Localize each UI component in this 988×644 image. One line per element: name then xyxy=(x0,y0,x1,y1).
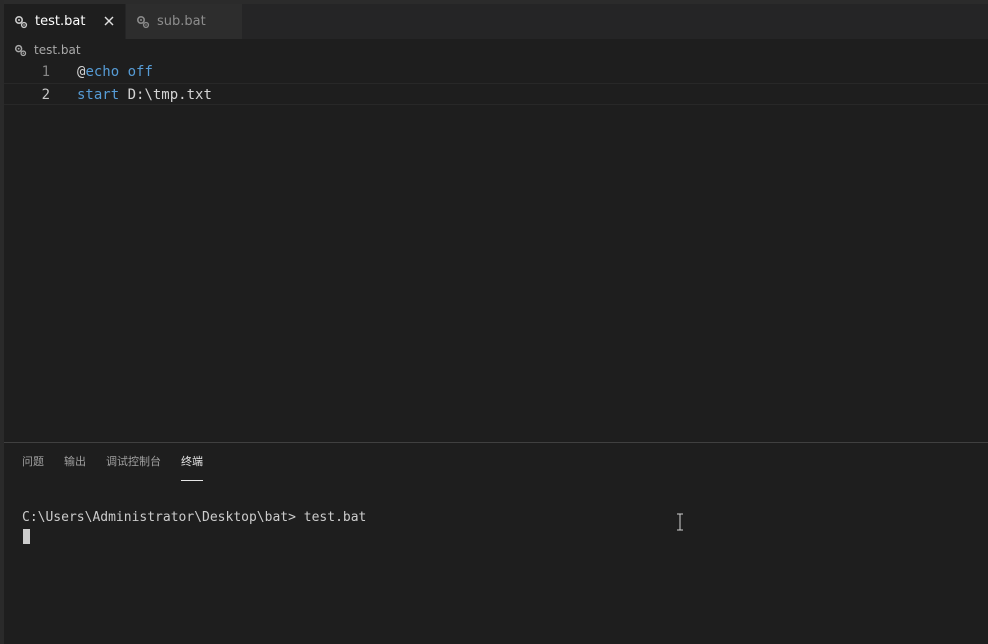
tab-debug-console[interactable]: 调试控制台 xyxy=(106,453,161,477)
code-text[interactable]: @echo off xyxy=(77,61,153,83)
close-icon[interactable] xyxy=(101,13,117,29)
code-token: echo off xyxy=(85,64,153,80)
tab-sub-bat[interactable]: sub.bat xyxy=(126,4,242,39)
vscode-window: test.bat sub.bat test.bat 1 @echo off 2 … xyxy=(0,0,988,644)
tab-label: sub.bat xyxy=(157,14,206,29)
code-line[interactable]: 1 @echo off xyxy=(4,61,988,83)
gear-icon xyxy=(14,15,28,29)
terminal-output[interactable]: C:\Users\Administrator\Desktop\bat> test… xyxy=(22,509,366,527)
text-cursor-icon xyxy=(675,513,685,531)
editor-tab-bar: test.bat sub.bat xyxy=(4,4,988,39)
code-text[interactable]: start D:\tmp.txt xyxy=(77,84,212,106)
bottom-panel: 问题 输出 调试控制台 终端 C:\Users\Administrator\De… xyxy=(4,442,988,644)
tab-output[interactable]: 输出 xyxy=(64,453,86,477)
gear-icon xyxy=(136,15,150,29)
code-editor[interactable]: 1 @echo off 2 start D:\tmp.txt xyxy=(4,61,988,441)
code-token: start xyxy=(77,87,120,103)
breadcrumb-file: test.bat xyxy=(34,43,81,57)
tab-problems[interactable]: 问题 xyxy=(22,453,44,477)
tab-terminal[interactable]: 终端 xyxy=(181,453,203,481)
terminal-cursor xyxy=(23,529,30,544)
breadcrumb[interactable]: test.bat xyxy=(14,40,81,60)
panel-tabs: 问题 输出 调试控制台 终端 xyxy=(22,453,223,481)
code-line[interactable]: 2 start D:\tmp.txt xyxy=(4,83,988,105)
line-number: 1 xyxy=(41,64,50,80)
code-token: D:\tmp.txt xyxy=(119,87,212,103)
tab-label: test.bat xyxy=(35,14,86,29)
gear-icon xyxy=(14,44,27,57)
line-number: 2 xyxy=(41,87,50,103)
tab-test-bat[interactable]: test.bat xyxy=(4,4,125,39)
